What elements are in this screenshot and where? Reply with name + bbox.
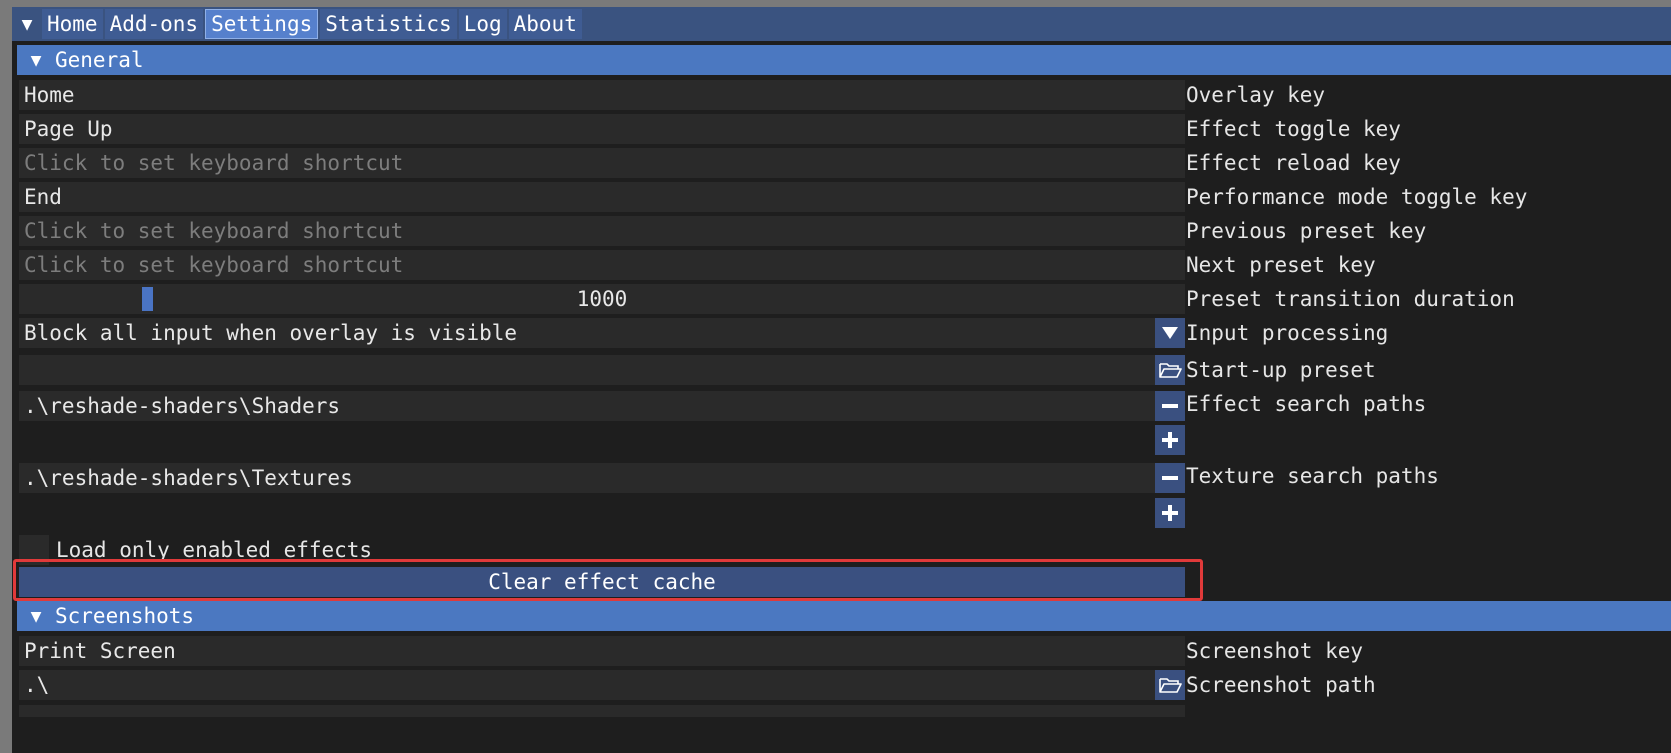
preset-transition-label: Preset transition duration	[1186, 287, 1515, 311]
startup-preset-label: Start-up preset	[1186, 358, 1376, 382]
input-processing-combo[interactable]: Block all input when overlay is visible	[19, 318, 1155, 348]
next-row-field[interactable]	[19, 705, 1185, 717]
section-title-screenshots: Screenshots	[55, 604, 195, 628]
load-only-enabled-checkbox[interactable]	[19, 535, 49, 565]
input-processing-label: Input processing	[1186, 321, 1389, 345]
remove-path-minus-icon[interactable]	[1155, 463, 1185, 493]
texture-search-paths-label: Texture search paths	[1186, 464, 1439, 488]
next-preset-key-field[interactable]: Click to set keyboard shortcut	[19, 250, 1185, 280]
effect-search-path-field[interactable]: .\reshade-shaders\Shaders	[19, 391, 1155, 421]
overlay-key-field[interactable]: Home	[19, 80, 1185, 110]
preset-transition-slider[interactable]: 1000	[19, 284, 1185, 314]
screenshot-key-field[interactable]: Print Screen	[19, 636, 1185, 666]
clear-effect-cache-button[interactable]: Clear effect cache	[19, 567, 1185, 597]
load-only-enabled-label: Load only enabled effects	[56, 538, 373, 562]
tab-settings[interactable]: Settings	[205, 9, 319, 39]
startup-preset-field[interactable]	[19, 355, 1155, 385]
add-path-plus-icon[interactable]	[1155, 425, 1185, 455]
next-preset-key-label: Next preset key	[1186, 253, 1376, 277]
tab-log[interactable]: Log	[458, 9, 507, 39]
section-header-screenshots[interactable]: ▼ Screenshots	[17, 601, 1671, 631]
tab-statistics[interactable]: Statistics	[320, 9, 457, 39]
collapse-triangle-icon: ▼	[30, 49, 42, 71]
texture-search-path-field[interactable]: .\reshade-shaders\Textures	[19, 463, 1155, 493]
folder-open-icon[interactable]	[1155, 355, 1185, 385]
effect-reload-key-field[interactable]: Click to set keyboard shortcut	[19, 148, 1185, 178]
screenshot-path-field[interactable]: .\	[19, 670, 1155, 700]
previous-preset-key-field[interactable]: Click to set keyboard shortcut	[19, 216, 1185, 246]
combo-dropdown-triangle-icon[interactable]	[1155, 318, 1185, 348]
menu-triangle-icon[interactable]: ▼	[12, 7, 42, 41]
overlay-key-label: Overlay key	[1186, 83, 1326, 107]
tab-about[interactable]: About	[508, 9, 582, 39]
reshade-window: ▼ Home Add-ons Settings Statistics Log A…	[12, 7, 1671, 753]
effect-toggle-key-label: Effect toggle key	[1186, 117, 1401, 141]
tab-add-ons[interactable]: Add-ons	[104, 9, 204, 39]
section-title-general: General	[55, 48, 144, 72]
screenshot-path-label: Screenshot path	[1186, 673, 1376, 697]
collapse-triangle-icon: ▼	[30, 605, 42, 627]
add-path-plus-icon[interactable]	[1155, 498, 1185, 528]
effect-reload-key-label: Effect reload key	[1186, 151, 1401, 175]
slider-value: 1000	[576, 287, 628, 311]
previous-preset-key-label: Previous preset key	[1186, 219, 1427, 243]
menu-bar: ▼ Home Add-ons Settings Statistics Log A…	[12, 7, 1671, 41]
screenshot-key-label: Screenshot key	[1186, 639, 1364, 663]
effect-search-paths-label: Effect search paths	[1186, 392, 1427, 416]
performance-mode-key-field[interactable]: End	[19, 182, 1185, 212]
folder-open-icon[interactable]	[1155, 670, 1185, 700]
effect-toggle-key-field[interactable]: Page Up	[19, 114, 1185, 144]
remove-path-minus-icon[interactable]	[1155, 391, 1185, 421]
section-header-general[interactable]: ▼ General	[17, 45, 1671, 75]
tab-home[interactable]: Home	[42, 9, 103, 39]
performance-mode-key-label: Performance mode toggle key	[1186, 185, 1528, 209]
